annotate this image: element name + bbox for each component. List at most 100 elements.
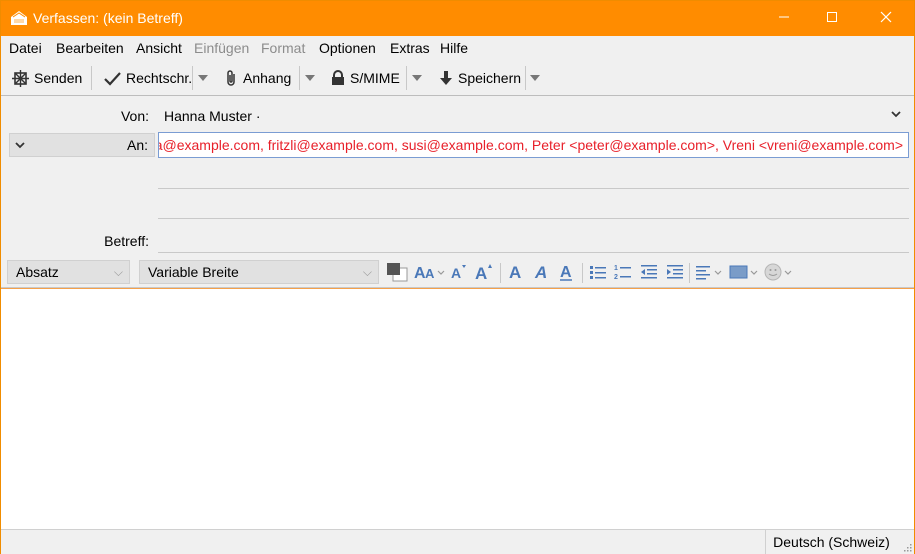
text-color-button[interactable] <box>386 262 408 282</box>
from-select[interactable]: Hanna Muster · <box>164 108 260 124</box>
to-recipients: ına@example.com, fritzli@example.com, su… <box>158 137 903 153</box>
attach-label: Anhang <box>243 70 292 86</box>
spellcheck-label: Rechtschr. <box>126 70 193 86</box>
smaller-font-button[interactable]: A <box>450 262 470 282</box>
spellcheck-button[interactable]: Rechtschr. <box>104 65 192 91</box>
chevron-down-icon: ⌵ <box>113 265 123 279</box>
menu-optionen[interactable]: Optionen <box>319 40 376 56</box>
font-size-button[interactable]: A A <box>414 262 446 282</box>
attach-dropdown-icon[interactable] <box>305 75 315 81</box>
outdent-icon <box>641 265 657 279</box>
close-icon <box>880 11 892 23</box>
menu-ansicht[interactable]: Ansicht <box>136 40 182 56</box>
format-separator <box>582 263 583 283</box>
svg-text:1: 1 <box>614 265 618 272</box>
status-bar: Deutsch (Schweiz) <box>1 529 914 554</box>
menu-datei[interactable]: Datei <box>9 40 42 56</box>
spellcheck-dropdown-icon[interactable] <box>198 75 208 81</box>
smiley-icon <box>764 263 792 281</box>
svg-text:A: A <box>451 265 461 281</box>
larger-font-button[interactable]: A <box>474 262 496 282</box>
message-body-editor[interactable] <box>1 288 914 530</box>
increase-font-icon: A <box>475 264 492 281</box>
format-separator <box>500 263 501 283</box>
spellcheck-language[interactable]: Deutsch (Schweiz) <box>765 530 897 554</box>
recipient-row-empty[interactable] <box>158 188 909 189</box>
bullet-list-button[interactable] <box>588 262 608 282</box>
recipient-row-empty[interactable] <box>158 218 909 219</box>
outdent-button[interactable] <box>639 262 659 282</box>
compose-app-icon <box>11 11 27 25</box>
menu-bar: Datei Bearbeiten Ansicht Einfügen Format… <box>1 36 914 60</box>
format-separator <box>689 263 690 283</box>
svg-text:A: A <box>509 263 521 281</box>
attach-button[interactable]: Anhang <box>225 65 291 91</box>
indent-button[interactable] <box>665 262 685 282</box>
paragraph-style-select[interactable]: Absatz ⌵ <box>7 260 130 284</box>
image-icon <box>729 265 758 279</box>
menu-hilfe[interactable]: Hilfe <box>440 40 468 56</box>
menu-format[interactable]: Format <box>261 40 305 56</box>
title-bar: Verfassen: (kein Betreff) <box>1 1 914 36</box>
main-toolbar: Senden Rechtschr. Anhang S/MIME Speicher… <box>1 61 914 96</box>
emoji-button[interactable] <box>764 262 794 282</box>
chevron-down-icon: ⌵ <box>362 265 372 279</box>
to-input[interactable]: ına@example.com, fritzli@example.com, su… <box>158 132 909 158</box>
from-label: Von: <box>120 108 149 124</box>
format-toolbar: Absatz ⌵ Variable Breite ⌵ A A A A A A A… <box>1 257 914 288</box>
send-icon <box>12 69 29 87</box>
maximize-button[interactable] <box>809 1 855 36</box>
window-title: Verfassen: (kein Betreff) <box>33 10 183 26</box>
smime-label: S/MIME <box>350 70 400 86</box>
align-button[interactable] <box>695 262 723 282</box>
color-picker-icon <box>387 263 408 282</box>
send-button[interactable]: Senden <box>12 65 82 91</box>
numbered-list-button[interactable]: 1 2 <box>613 262 633 282</box>
numbered-list-icon: 1 2 <box>614 265 631 280</box>
toolbar-separator <box>299 66 300 90</box>
svg-text:A: A <box>425 266 435 281</box>
compose-window: Verfassen: (kein Betreff) Datei Bearbeit… <box>0 0 915 554</box>
italic-button[interactable]: A <box>532 262 552 282</box>
maximize-icon <box>827 12 837 22</box>
subject-label: Betreff: <box>104 233 149 249</box>
underline-icon: A <box>560 264 572 281</box>
checkmark-icon <box>104 71 121 86</box>
menu-einfuegen[interactable]: Einfügen <box>194 40 249 56</box>
paragraph-style-value: Absatz <box>16 264 59 280</box>
to-label: An: <box>126 137 148 153</box>
save-dropdown-icon[interactable] <box>530 75 540 81</box>
toolbar-separator <box>406 66 407 90</box>
font-select[interactable]: Variable Breite ⌵ <box>139 260 379 284</box>
chevron-down-icon <box>15 142 25 149</box>
bold-icon: A <box>509 263 521 281</box>
download-arrow-icon <box>440 71 452 85</box>
font-value: Variable Breite <box>148 264 239 280</box>
underline-button[interactable]: A <box>557 262 577 282</box>
align-icon <box>696 266 722 280</box>
toolbar-separator <box>91 66 92 90</box>
send-label: Senden <box>34 70 83 86</box>
font-size-icon: A A <box>414 265 445 281</box>
toolbar-separator <box>525 66 526 90</box>
minimize-icon <box>779 16 789 18</box>
insert-image-button[interactable] <box>729 262 759 282</box>
toolbar-separator <box>192 66 193 90</box>
menu-bearbeiten[interactable]: Bearbeiten <box>56 40 124 56</box>
menu-extras[interactable]: Extras <box>390 40 430 56</box>
bold-button[interactable]: A <box>506 262 526 282</box>
save-button[interactable]: Speichern <box>439 65 521 91</box>
italic-icon: A <box>534 263 547 281</box>
chevron-down-icon[interactable] <box>890 108 902 120</box>
indent-icon <box>667 265 683 279</box>
resize-grip-icon[interactable] <box>902 542 912 552</box>
smime-button[interactable]: S/MIME <box>331 65 400 91</box>
minimize-button[interactable] <box>761 1 807 36</box>
svg-text:A: A <box>560 264 572 281</box>
subject-input[interactable] <box>158 252 909 253</box>
recipient-type-select[interactable]: An: <box>9 133 155 157</box>
decrease-font-icon: A <box>451 265 466 281</box>
smime-dropdown-icon[interactable] <box>412 75 422 81</box>
svg-text:A: A <box>534 263 547 281</box>
close-button[interactable] <box>863 1 909 36</box>
